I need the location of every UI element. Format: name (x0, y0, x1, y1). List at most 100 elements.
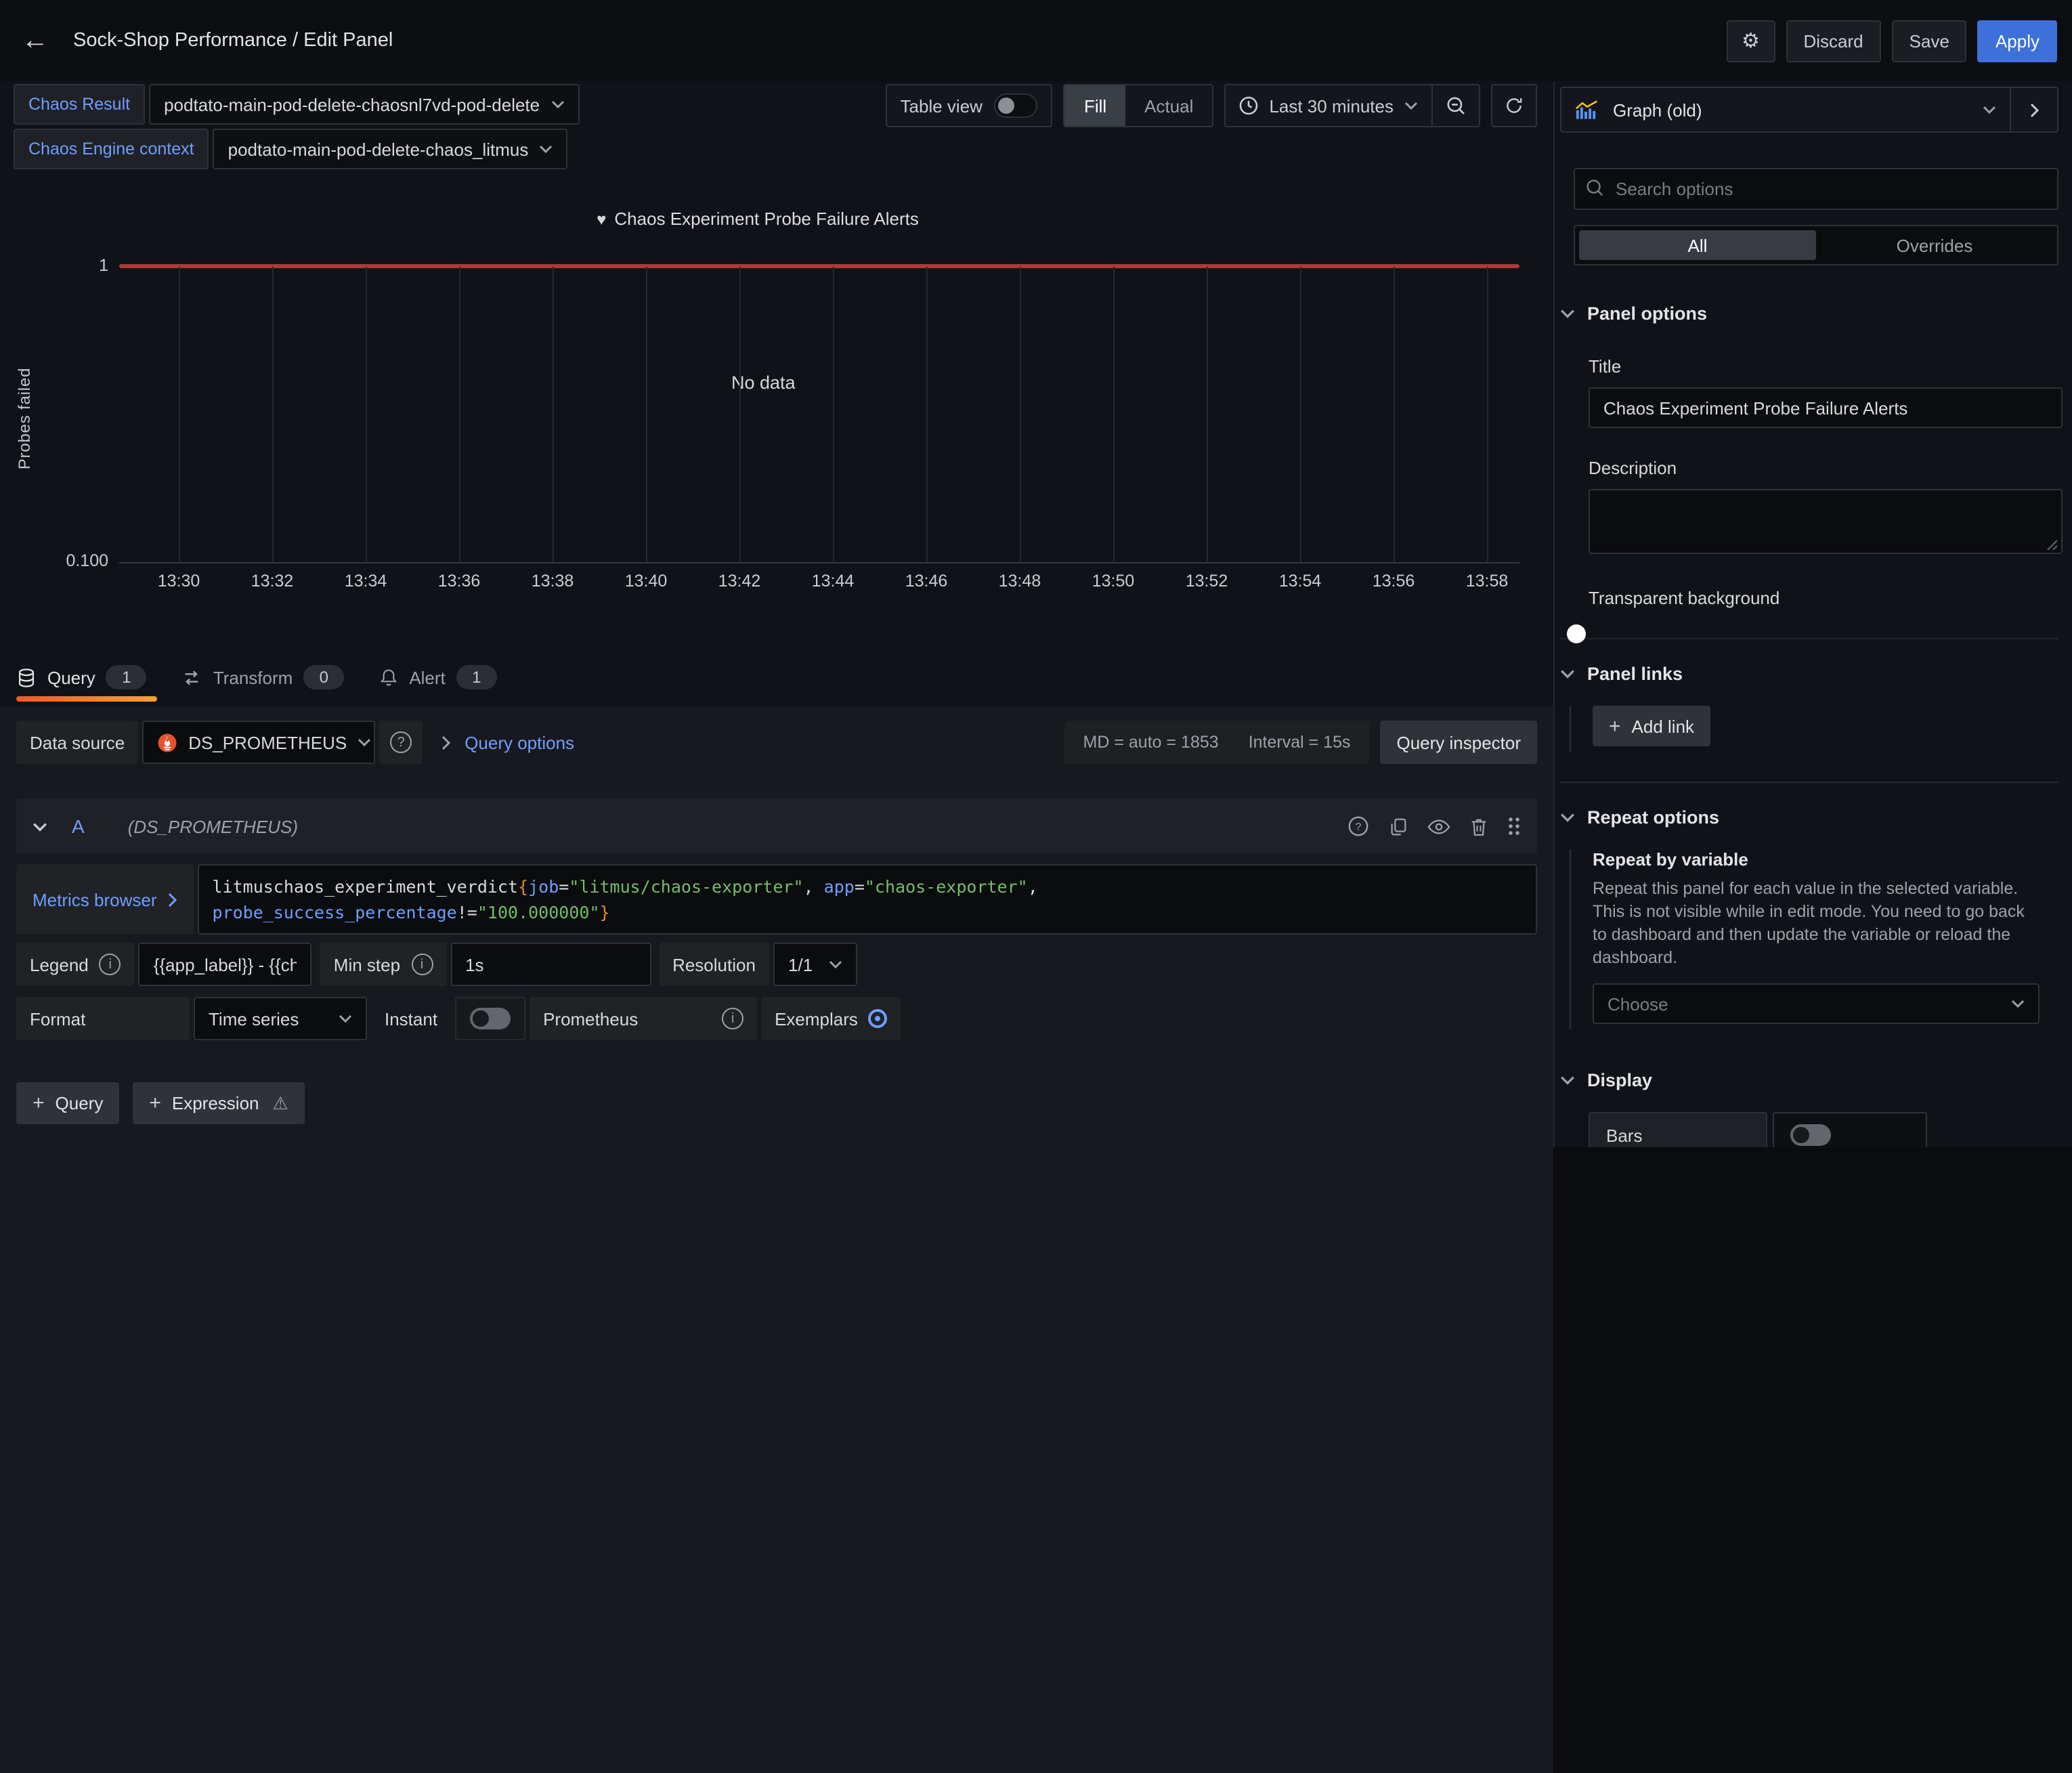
query-options-label: Query options (465, 732, 574, 752)
chevron-down-icon (1983, 106, 1996, 114)
fill-option[interactable]: Fill (1065, 85, 1125, 126)
legend-label: Legend (30, 954, 89, 975)
variable-value-dropdown[interactable]: podtato-main-pod-delete-chaos_litmus (213, 129, 568, 169)
panel-settings-button[interactable]: ⚙ (1727, 20, 1775, 62)
bars-toggle[interactable] (1790, 1124, 1831, 1146)
info-icon: i (722, 1008, 743, 1029)
top-bar: ← Sock-Shop Performance / Edit Panel ⚙ D… (0, 0, 2072, 81)
discard-button[interactable]: Discard (1786, 20, 1881, 62)
repeat-variable-select[interactable]: Choose (1593, 983, 2039, 1024)
exemplars-box: Exemplars (761, 997, 901, 1040)
promql-code-line: litmuschaos_experiment_verdict{job="litm… (213, 874, 1523, 899)
chevron-down-icon (1404, 102, 1418, 110)
toggle-sidebar-button[interactable] (2010, 88, 2057, 131)
promql-code-line: probe_success_percentage!="100.000000"} (213, 899, 1523, 925)
datasource-label: Data source (16, 721, 138, 764)
x-gridline (646, 267, 647, 562)
legend-format-value: {{app_label}} - {{chaos... (154, 954, 297, 975)
add-link-button[interactable]: + Add link (1593, 706, 1710, 746)
panel-title-input[interactable] (1589, 387, 2063, 428)
back-arrow-icon[interactable]: ← (22, 25, 49, 56)
zoom-out-button[interactable] (1433, 85, 1479, 126)
duplicate-icon[interactable] (1388, 816, 1408, 836)
metrics-browser-button[interactable]: Metrics browser (16, 864, 194, 935)
no-data-message: No data (731, 372, 796, 393)
table-view-toggle[interactable] (995, 93, 1038, 118)
save-button[interactable]: Save (1892, 20, 1967, 62)
promql-expression-input[interactable]: litmuschaos_experiment_verdict{job="litm… (198, 864, 1538, 935)
page-title: Sock-Shop Performance / Edit Panel (73, 30, 1727, 51)
chevron-down-icon (1560, 309, 1575, 318)
datasource-picker[interactable]: DS_PROMETHEUS (142, 721, 375, 764)
chevron-down-icon (1560, 813, 1575, 822)
resize-handle-icon[interactable] (2046, 539, 2058, 551)
query-editor-pane: Data source DS_PROMETHEUS ? Query option… (0, 707, 1553, 1773)
repeat-options-section-header[interactable]: Repeat options (1560, 807, 2058, 828)
x-gridline (553, 267, 554, 562)
y-tick-label: 0.100 (30, 551, 108, 570)
filter-tab-overrides[interactable]: Overrides (1816, 230, 2053, 260)
section-header-text: Panel options (1587, 303, 1707, 324)
apply-button[interactable]: Apply (1978, 20, 2057, 62)
filter-tab-all[interactable]: All (1579, 230, 1816, 260)
tab-alert[interactable]: Alert 1 (379, 647, 496, 707)
options-search-row (1574, 168, 2058, 210)
chevron-down-icon (339, 1014, 352, 1023)
tab-query[interactable]: Query 1 (16, 647, 147, 707)
query-inspector-button[interactable]: Query inspector (1380, 721, 1537, 764)
instant-toggle[interactable] (470, 1008, 511, 1029)
format-label-box: Format (16, 997, 190, 1040)
bell-icon (379, 667, 398, 687)
panel-options-sidebar: Graph (old) All Overrides Panel options … (1555, 81, 2072, 1147)
query-row-header[interactable]: A (DS_PROMETHEUS) ? (16, 799, 1537, 853)
query-options-expander[interactable]: Query options (441, 732, 574, 752)
x-tick-label: 13:56 (1353, 572, 1434, 591)
help-icon[interactable]: ? (1347, 815, 1369, 837)
search-options-input[interactable] (1574, 168, 2058, 210)
format-select[interactable]: Time series (194, 997, 367, 1040)
x-tick-label: 13:44 (792, 572, 873, 591)
add-expression-button[interactable]: + Expression ⚠ (133, 1082, 304, 1124)
y-axis-label: Probes failed (15, 310, 34, 527)
min-step-input[interactable]: 1s (450, 943, 651, 986)
fill-actual-switch: Fill Actual (1064, 84, 1214, 127)
info-icon: i (411, 954, 433, 975)
legend-format-input[interactable]: {{app_label}} - {{chaos... (139, 943, 312, 986)
display-section-header[interactable]: Display (1560, 1070, 2058, 1090)
x-tick-label: 13:58 (1446, 572, 1528, 591)
panel-links-section-header[interactable]: Panel links (1560, 664, 2058, 684)
actual-option[interactable]: Actual (1125, 85, 1212, 126)
bars-label: Bars (1589, 1112, 1767, 1147)
section-header-text: Display (1587, 1070, 1652, 1090)
variable-value-dropdown[interactable]: podtato-main-pod-delete-chaosnl7vd-pod-d… (149, 84, 579, 125)
variable-value-text: podtato-main-pod-delete-chaosnl7vd-pod-d… (164, 94, 540, 114)
graph-viz-icon (1575, 100, 1599, 120)
variable-value-text: podtato-main-pod-delete-chaos_litmus (228, 139, 529, 159)
min-step-label-box: Min step i (320, 943, 446, 986)
add-query-button[interactable]: + Query (16, 1082, 119, 1124)
query-row-actions: ? (1347, 815, 1521, 837)
eye-icon[interactable] (1427, 817, 1450, 835)
tab-label: Query (47, 667, 95, 687)
chevron-down-icon (539, 145, 553, 153)
prometheus-type-box: Prometheus i (530, 997, 757, 1040)
repeat-select-placeholder: Choose (1607, 994, 1668, 1014)
tab-transform[interactable]: Transform 0 (182, 647, 345, 707)
x-tick-label: 13:50 (1073, 572, 1154, 591)
time-range-picker[interactable]: Last 30 minutes (1226, 85, 1431, 126)
edit-panel-main: Chaos Result podtato-main-pod-delete-cha… (0, 81, 1555, 1147)
chevron-down-icon (358, 738, 371, 746)
divider (1560, 782, 2058, 783)
y-tick-label: 1 (30, 256, 108, 275)
drag-handle-icon[interactable] (1507, 815, 1521, 837)
add-link-label: Add link (1632, 716, 1695, 736)
resolution-select[interactable]: 1/1 (773, 943, 857, 986)
datasource-help-button[interactable]: ? (379, 721, 423, 764)
visualization-picker[interactable]: Graph (old) (1561, 88, 2010, 131)
x-gridline (366, 267, 367, 562)
refresh-button[interactable] (1491, 84, 1537, 127)
exemplars-toggle-icon[interactable] (869, 1009, 888, 1028)
trash-icon[interactable] (1469, 816, 1488, 836)
panel-description-textarea[interactable] (1589, 489, 2063, 554)
panel-options-section-header[interactable]: Panel options (1560, 303, 2058, 324)
